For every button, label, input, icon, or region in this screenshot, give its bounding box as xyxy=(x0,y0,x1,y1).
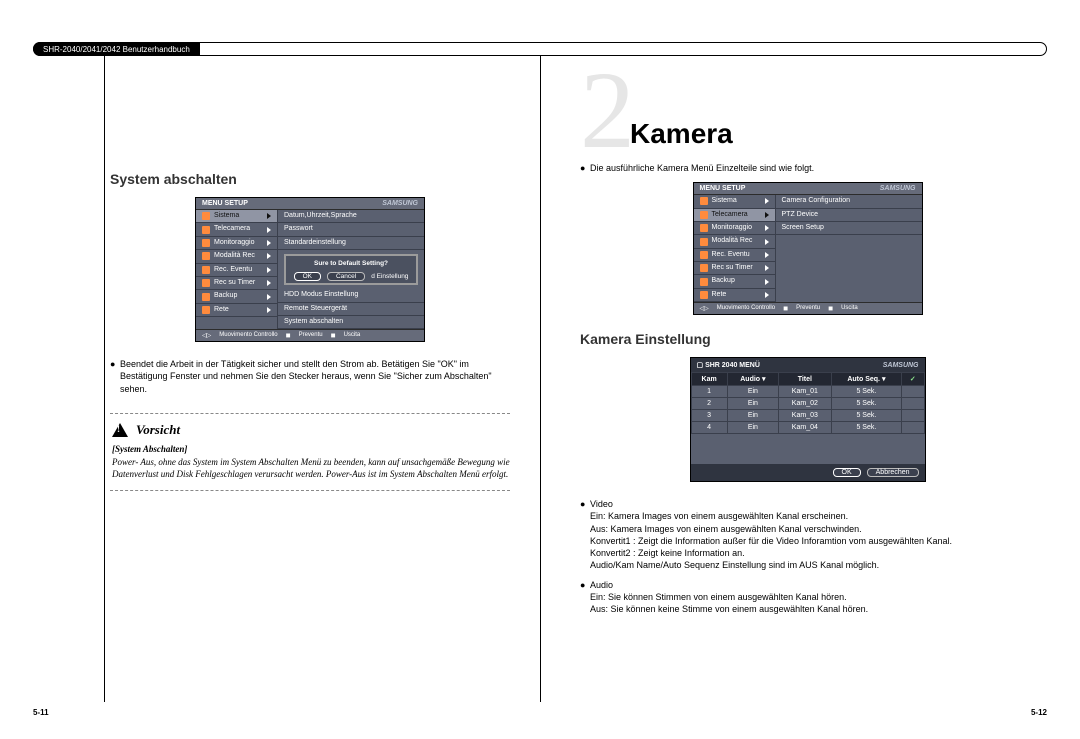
header-chip: SHR-2040/2041/2042 Benutzerhandbuch xyxy=(33,42,200,56)
osd-left-list: Sistema Telecamera Monitoraggio Modalità… xyxy=(196,210,278,329)
osd2-ok-button[interactable]: OK xyxy=(833,468,861,477)
osd-cancel-button[interactable]: Cancel xyxy=(327,272,365,281)
osd-ok-button[interactable]: OK xyxy=(294,272,321,281)
osd-menu-setup-left: MENU SETUP SAMSUNG Sistema Telecamera Mo… xyxy=(195,197,425,342)
camera-config-table: Kam Audio ▾ Titel Auto Seq. ▾ ✓ 1EinKam_… xyxy=(691,372,925,434)
caution-box: Vorsicht [System Abschalten] Power- Aus,… xyxy=(110,413,510,491)
intro-bullet: Die ausführliche Kamera Menü Einzelteile… xyxy=(590,162,1035,174)
caution-body: Power- Aus, ohne das System im System Ab… xyxy=(112,456,510,480)
right-page: 2 Kamera ● Die ausführliche Kamera Menü … xyxy=(580,66,1035,620)
header-bar: SHR-2040/2041/2042 Benutzerhandbuch xyxy=(33,42,1047,56)
left-margin-rule xyxy=(104,56,105,702)
osd-right-list: Datum,Uhrzeit,Sprache Passwort Standarde… xyxy=(278,210,424,329)
osd-confirm-modal: Sure to Default Setting? OK Cancel d Ein… xyxy=(284,254,418,285)
osd-title: MENU SETUP xyxy=(202,200,248,207)
osd-camera-table: ▢ SHR 2040 MENÜ SAMSUNG Kam Audio ▾ Tite… xyxy=(690,357,926,482)
page-number-left: 5-11 xyxy=(33,708,49,717)
caution-subtitle: [System Abschalten] xyxy=(112,444,510,454)
page-number-right: 5-12 xyxy=(1031,708,1047,717)
section-title-left: System abschalten xyxy=(110,171,510,187)
warning-icon xyxy=(112,423,128,437)
video-bullet: ● Video Ein: Kamera Images von einem aus… xyxy=(580,498,1035,571)
center-divider xyxy=(540,56,541,702)
osd-menu-setup-right: MENU SETUP SAMSUNG Sistema Telecamera Mo… xyxy=(693,182,923,315)
chapter-number: 2 xyxy=(580,49,635,171)
caution-label: Vorsicht xyxy=(136,422,180,438)
audio-bullet: ● Audio Ein: Sie können Stimmen von eine… xyxy=(580,579,1035,615)
section-title-right: Kamera Einstellung xyxy=(580,331,1035,347)
osd2-cancel-button[interactable]: Abbrechen xyxy=(867,468,919,477)
bullet-left-1: ● Beendet die Arbeit in der Tätigkeit si… xyxy=(110,358,510,394)
chapter-title: Kamera xyxy=(630,118,733,150)
osd-brand: SAMSUNG xyxy=(382,200,418,207)
left-page: System abschalten MENU SETUP SAMSUNG Sis… xyxy=(110,165,510,491)
